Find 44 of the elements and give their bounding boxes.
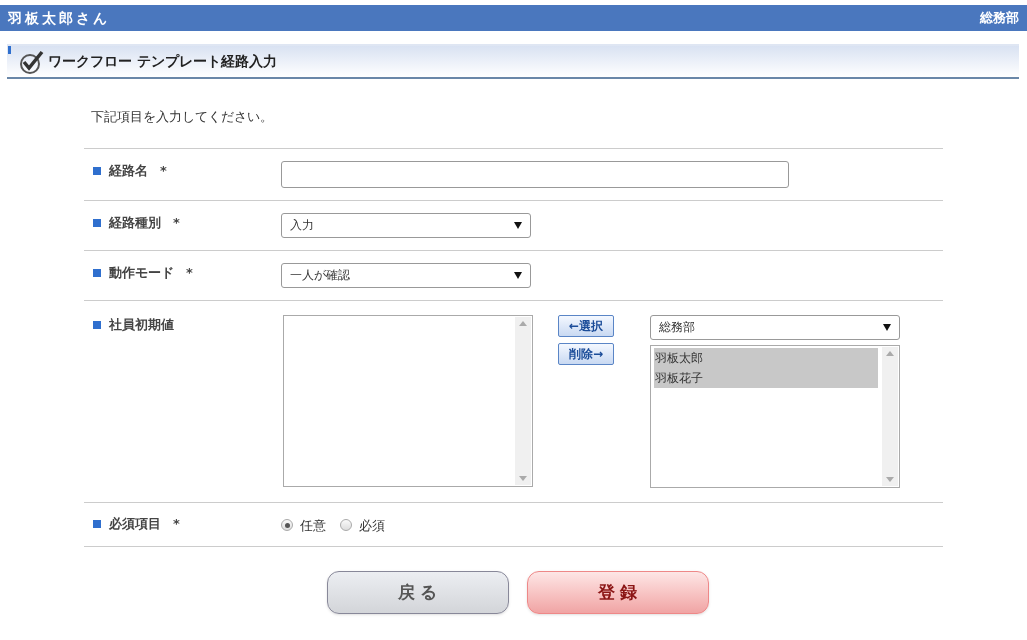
remove-button[interactable]: 削除→ (558, 342, 614, 365)
bullet-square-icon (93, 166, 101, 175)
user-name: 羽板太郎さん (8, 8, 110, 28)
required-mark: * (173, 514, 180, 533)
select-button[interactable]: ←選択 (558, 314, 614, 337)
scroll-down-arrow-icon[interactable] (886, 476, 894, 482)
field-label: 経路種別 (109, 213, 161, 232)
listbox[interactable] (283, 314, 533, 487)
required-mark: * (160, 161, 167, 180)
scroll-down-arrow-icon[interactable] (519, 475, 527, 481)
dropdown-caret-icon (514, 271, 522, 279)
scroll-up-arrow-icon[interactable] (519, 320, 527, 326)
scrollbar[interactable] (882, 346, 898, 486)
checkmark-icon (18, 48, 44, 75)
dropdown-caret-icon (514, 221, 522, 229)
department-name: 総務部 (980, 9, 1019, 28)
scrollbar[interactable] (515, 316, 531, 485)
dropdown-caret-icon (883, 323, 891, 331)
instruction-text: 下記項目を入力してください。 (90, 108, 274, 126)
list-option[interactable]: 羽板花子 (654, 367, 878, 388)
bullet-square-icon (93, 320, 101, 329)
required-mark: * (173, 213, 180, 232)
bullet-square-icon (93, 519, 101, 528)
field-label: 必須項目 (109, 514, 161, 533)
radio-icon[interactable] (340, 519, 352, 532)
back-button[interactable]: 戻 る (326, 571, 509, 614)
field-label: 社員初期値 (109, 315, 174, 334)
radio-option[interactable]: 任意 (281, 515, 326, 535)
field-label: 動作モード (109, 263, 174, 282)
bullet-square-icon (93, 268, 101, 277)
page-title: ワークフロー テンプレート経路入力 (48, 52, 277, 71)
dropdown-select[interactable]: 入力 (281, 212, 531, 238)
register-button[interactable]: 登 録 (526, 571, 709, 614)
radio-icon[interactable] (281, 519, 293, 532)
listbox[interactable]: 羽板太郎 羽板花子 (650, 344, 900, 488)
list-option[interactable]: 羽板太郎 (654, 347, 878, 368)
required-mark: * (186, 263, 193, 282)
field-label: 経路名 (109, 161, 148, 180)
text-input-field[interactable] (281, 160, 789, 188)
scroll-up-arrow-icon[interactable] (886, 350, 894, 356)
dropdown-select[interactable]: 一人が確認 (281, 262, 531, 288)
radio-option[interactable]: 必須 (340, 515, 385, 535)
dropdown-select[interactable]: 総務部 (650, 314, 900, 340)
bullet-square-icon (93, 218, 101, 227)
